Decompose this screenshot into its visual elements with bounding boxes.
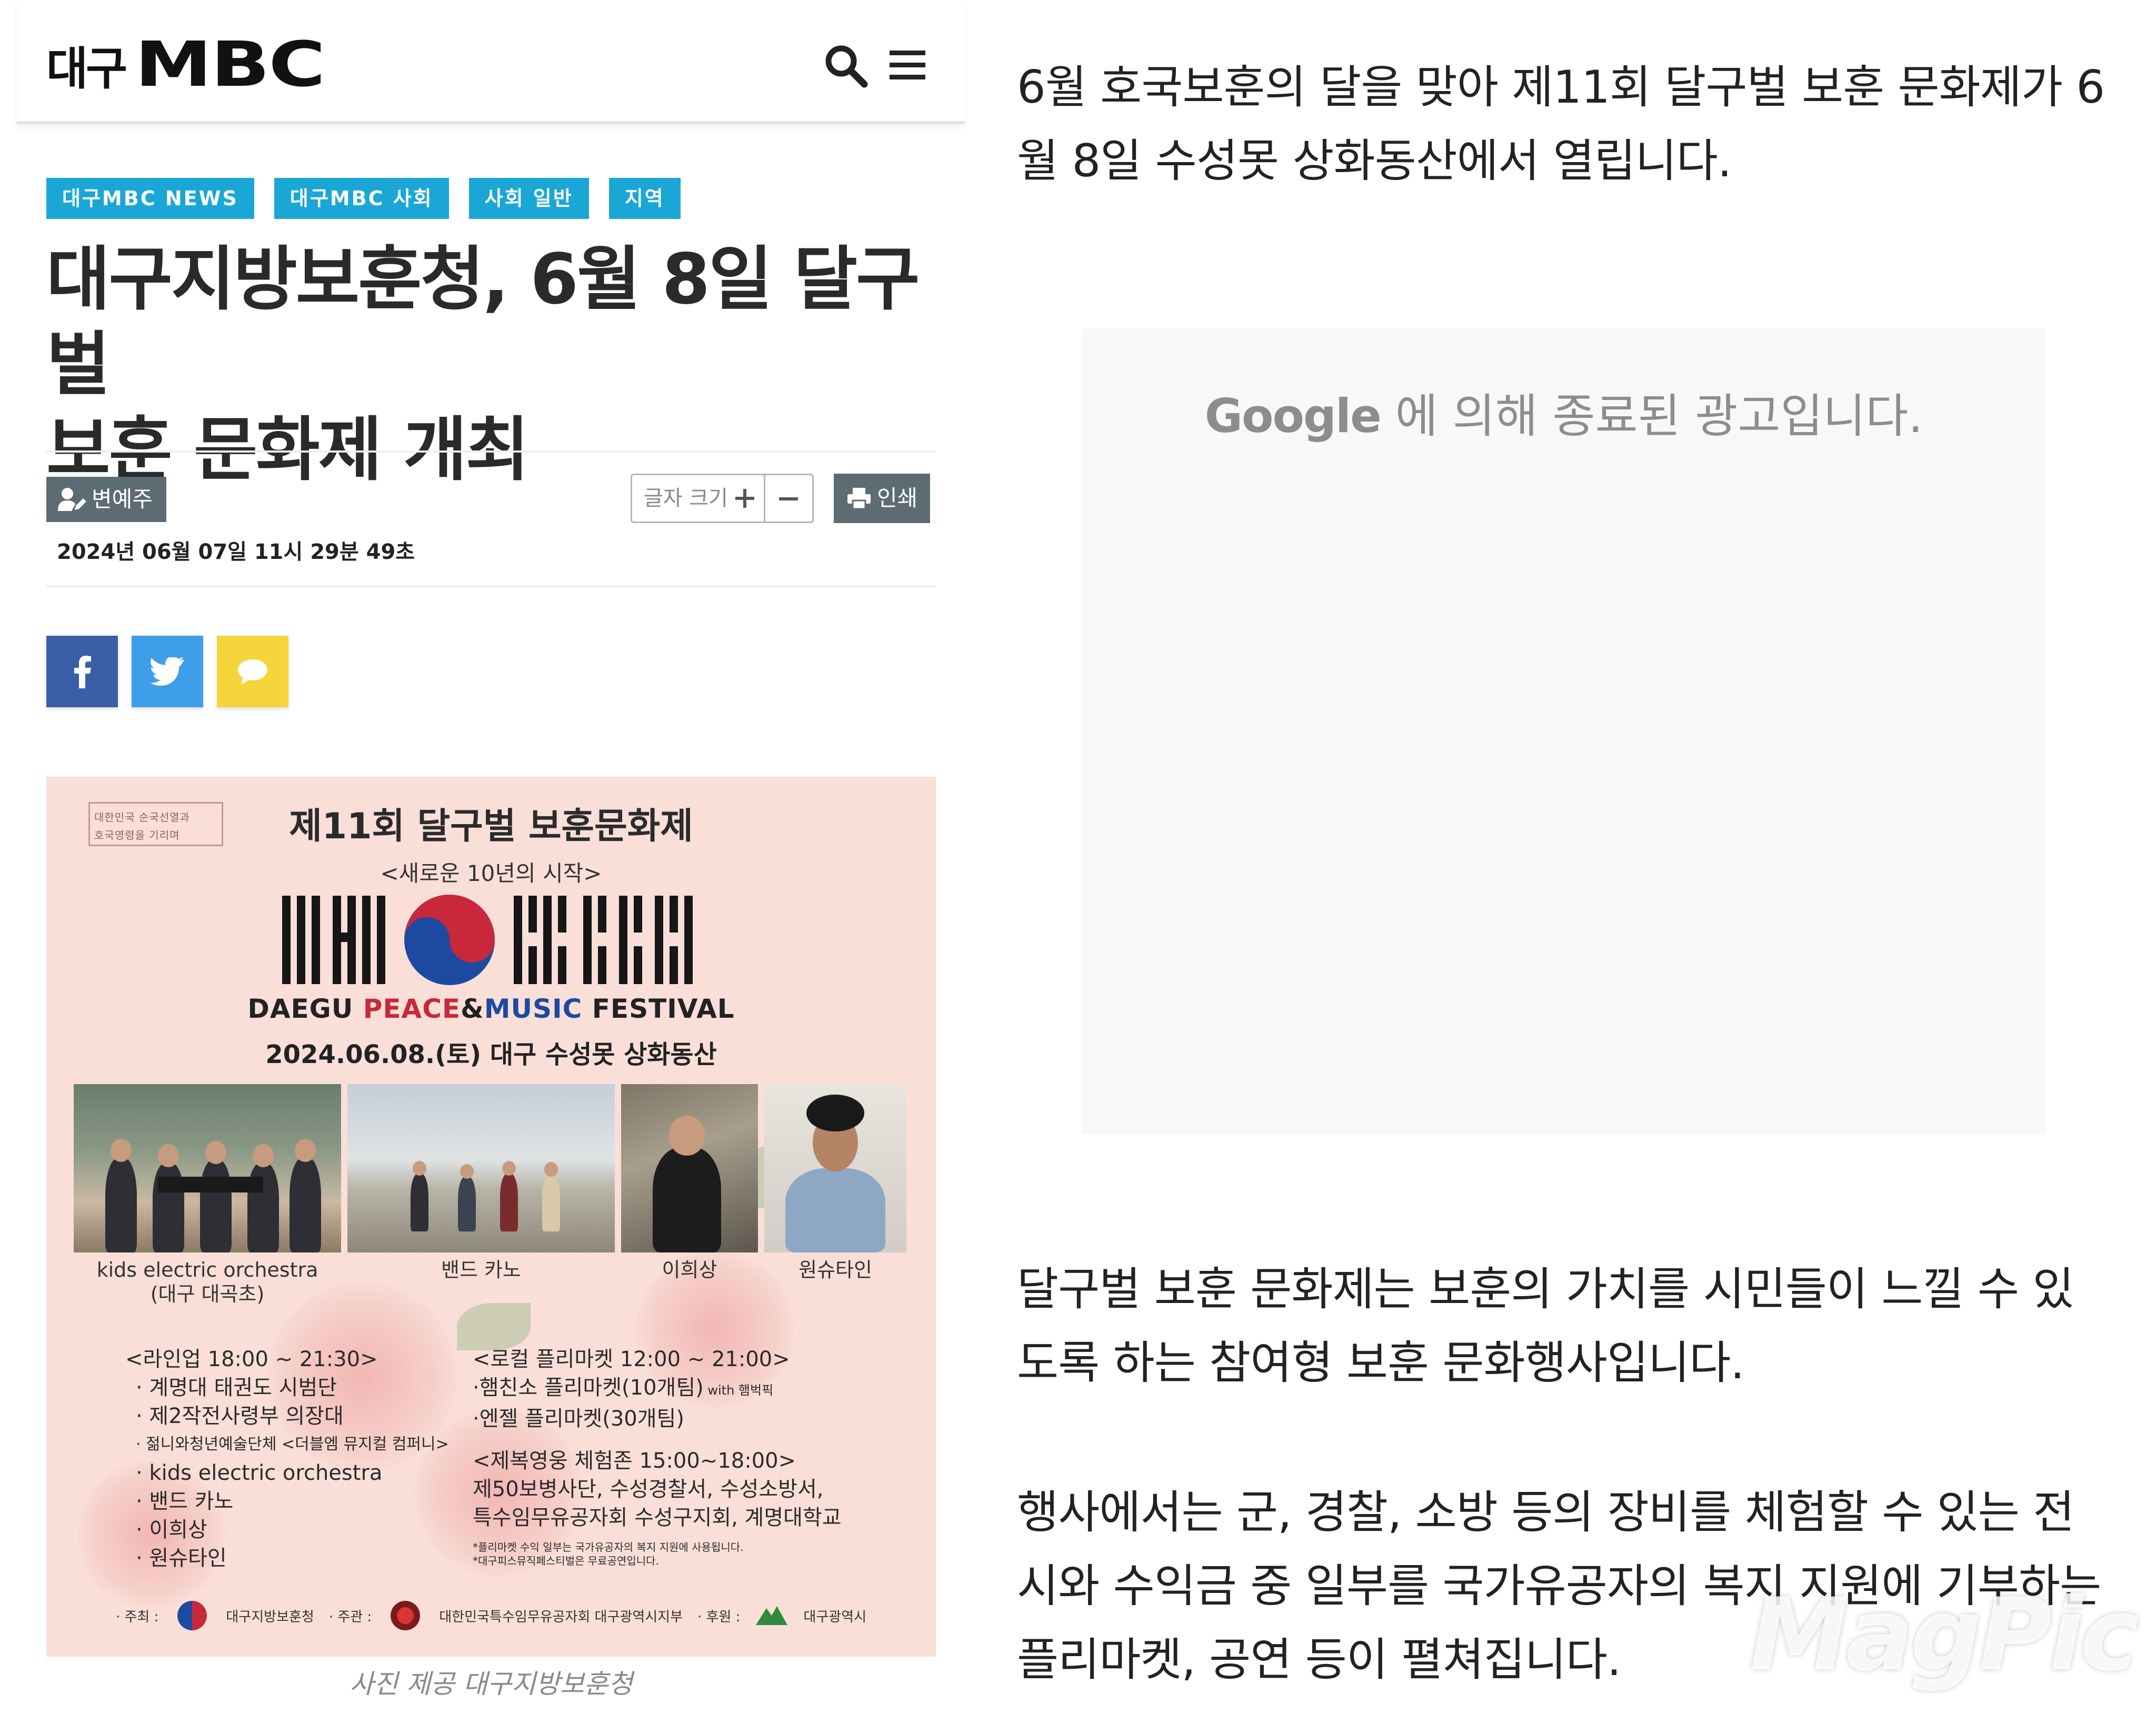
experience-line: 특수임무유공자회 수성구지회, 계명대학교 bbox=[473, 1506, 842, 1530]
twitter-icon bbox=[151, 657, 184, 686]
lineup-item: · 원슈타인 bbox=[136, 1546, 227, 1570]
market-item: ·햄친소 플리마켓(10개팀) with 햄벅픽 bbox=[473, 1374, 915, 1405]
festival-name-part-1: DAEGU bbox=[247, 994, 363, 1024]
lineup-heading: <라인업 18:00 ~ 21:30> bbox=[125, 1347, 378, 1371]
hamburger-menu-icon[interactable] bbox=[886, 44, 929, 86]
font-size-control: 글자 크기 bbox=[631, 474, 814, 523]
poster-title: 제11회 달구벌 보훈문화제 bbox=[289, 806, 693, 847]
festival-name-amp: & bbox=[461, 994, 484, 1024]
plus-icon bbox=[735, 489, 754, 508]
kakaotalk-share-button[interactable] bbox=[217, 636, 288, 707]
performer-photo-lee-heesang bbox=[621, 1084, 758, 1252]
daegu-city-logo-icon bbox=[756, 1606, 788, 1625]
performer-photo-wonstein bbox=[764, 1084, 906, 1252]
footer-sponsor-label: · 후원 : bbox=[697, 1609, 741, 1625]
caption-line: (대구 대곡초) bbox=[150, 1282, 265, 1306]
facebook-share-button[interactable] bbox=[46, 636, 118, 707]
user-edit-icon bbox=[58, 488, 86, 511]
article-meta-bar: 변예주 2024년 06월 07일 11시 29분 49초 글자 크기 인쇄 bbox=[46, 450, 936, 587]
festival-name-peace: PEACE bbox=[363, 994, 461, 1024]
font-size-label: 글자 크기 bbox=[644, 486, 728, 510]
footer-host: 대구지방보훈청 bbox=[226, 1609, 314, 1625]
twitter-share-button[interactable] bbox=[132, 636, 203, 707]
photo-credit-caption: 사진 제공 대구지방보훈청 bbox=[350, 1669, 633, 1699]
author-button[interactable]: 변예주 bbox=[46, 477, 166, 522]
poster-festival-name: DAEGU PEACE&MUSIC FESTIVAL bbox=[46, 994, 936, 1024]
lineup-item: · 밴드 카노 bbox=[136, 1489, 234, 1513]
article-body-panel: 6월 호국보훈의 달을 맞아 제11회 달구벌 보훈 문화제가 6월 8일 수성… bbox=[1017, 0, 2156, 1724]
poster-lineup: <라인업 18:00 ~ 21:30> · 계명대 태권도 시범단 · 제2작전… bbox=[125, 1345, 473, 1572]
ad-closed-message: Google 에 의해 종료된 광고입니다. bbox=[1082, 379, 2045, 446]
footer-org-label: · 주관 : bbox=[328, 1609, 372, 1625]
photo-caption-lee-heesang: 이희상 bbox=[662, 1258, 717, 1281]
lineup-item: · 제2작전사령부 의장대 bbox=[136, 1404, 344, 1428]
chat-bubble-icon bbox=[238, 659, 267, 685]
article-panel: 대구 MBC 대구MBC NEWS 대구MBC 사회 사회 일반 지역 대구지방… bbox=[17, 0, 964, 1724]
printer-icon bbox=[847, 488, 871, 510]
font-size-decrease-button[interactable] bbox=[765, 474, 814, 523]
tag-region[interactable]: 지역 bbox=[608, 178, 681, 219]
facebook-icon bbox=[74, 656, 91, 688]
ad-closed-text: 에 의해 종료된 광고입니다. bbox=[1395, 389, 1923, 443]
poster-subtitle: <새로운 10년의 시작> bbox=[380, 860, 602, 886]
tag-society-general[interactable]: 사회 일반 bbox=[468, 178, 589, 219]
site-logo[interactable]: 대구 MBC bbox=[46, 28, 326, 101]
ad-placeholder: Google 에 의해 종료된 광고입니다. bbox=[1082, 328, 2045, 1135]
photo-caption-band-kano: 밴드 카노 bbox=[441, 1258, 521, 1281]
photo-caption-orchestra: kids electric orchestra (대구 대곡초) bbox=[74, 1258, 341, 1306]
poster-note: *대구피스뮤직페스티벌은 무료공연입니다. bbox=[473, 1555, 659, 1567]
experience-heading: <제복영웅 체험존 15:00~18:00> bbox=[473, 1449, 796, 1473]
veterans-emblem-icon bbox=[177, 1601, 207, 1630]
experience-line: 제50보병사단, 수성경찰서, 수성소방서, bbox=[473, 1477, 824, 1501]
google-logo-text: Google bbox=[1204, 389, 1382, 443]
logo-region-text: 대구 bbox=[46, 42, 127, 95]
magpic-watermark: MagPic bbox=[1750, 1577, 2139, 1693]
share-buttons bbox=[46, 636, 288, 707]
footer-sponsor: 대구광역시 bbox=[803, 1609, 867, 1625]
lineup-item: · 젊니와청년예술단체 <더블엠 뮤지컬 컴퍼니> bbox=[136, 1435, 449, 1454]
caption-line: kids electric orchestra bbox=[96, 1258, 318, 1281]
festival-poster-image: 대한민국 순국선열과 호국영령을 기리며 제11회 달구벌 보훈문화제 <새로운… bbox=[46, 777, 936, 1657]
site-header: 대구 MBC bbox=[17, 0, 964, 124]
association-emblem-icon bbox=[391, 1601, 421, 1630]
article-paragraph-1: 6월 호국보훈의 달을 맞아 제11회 달구벌 보훈 문화제가 6월 8일 수성… bbox=[1017, 61, 2105, 187]
festival-name-part-2: FESTIVAL bbox=[582, 994, 735, 1024]
lineup-item: · 이희상 bbox=[136, 1518, 207, 1542]
author-name: 변예주 bbox=[92, 486, 153, 512]
font-size-increase-button[interactable]: 글자 크기 bbox=[631, 474, 765, 523]
tag-daegumbc-society[interactable]: 대구MBC 사회 bbox=[274, 178, 449, 219]
logo-brand-text: MBC bbox=[135, 28, 325, 101]
poster-leaf-decoration bbox=[457, 1303, 531, 1350]
market-heading: <로컬 플리마켓 12:00 ~ 21:00> bbox=[473, 1347, 790, 1371]
footer-org: 대한민국특수임무유공자회 대구광역시지부 bbox=[439, 1609, 683, 1625]
print-button[interactable]: 인쇄 bbox=[834, 474, 931, 523]
photo-caption-wonstein: 원슈타인 bbox=[798, 1258, 872, 1281]
market-item-with: with 햄벅픽 bbox=[703, 1383, 774, 1398]
headline-line-1: 대구지방보훈청, 6월 8일 달구벌 bbox=[46, 239, 920, 405]
performer-photo-orchestra bbox=[74, 1084, 341, 1252]
footer-host-label: · 주최 : bbox=[115, 1609, 159, 1625]
market-item-text: ·햄친소 플리마켓(10개팀) bbox=[473, 1376, 704, 1400]
poster-note: *플리마켓 수익 일부는 국가유공자의 복지 지원에 사용됩니다. bbox=[473, 1541, 744, 1553]
festival-logo-graphic bbox=[282, 895, 693, 985]
article-paragraph-2: 달구벌 보훈 문화제는 보훈의 가치를 시민들이 느낄 수 있도록 하는 참여형… bbox=[1017, 1263, 2074, 1389]
lineup-item: · kids electric orchestra bbox=[136, 1461, 383, 1485]
poster-market-info: <로컬 플리마켓 12:00 ~ 21:00> ·햄친소 플리마켓(10개팀) … bbox=[473, 1345, 915, 1568]
category-tags: 대구MBC NEWS 대구MBC 사회 사회 일반 지역 bbox=[46, 178, 681, 219]
print-label: 인쇄 bbox=[877, 485, 918, 511]
tag-daegumbc-news[interactable]: 대구MBC NEWS bbox=[46, 178, 254, 219]
search-icon[interactable] bbox=[822, 42, 870, 89]
market-item: ·엔젤 플리마켓(30개팀) bbox=[473, 1407, 684, 1431]
performer-photo-band-kano bbox=[347, 1084, 615, 1252]
festival-name-music: MUSIC bbox=[484, 994, 583, 1024]
publish-date: 2024년 06월 07일 11시 29분 49초 bbox=[57, 540, 415, 564]
lineup-item: · 계명대 태권도 시범단 bbox=[136, 1376, 337, 1400]
poster-date-place: 2024.06.08.(토) 대구 수성못 상화동산 bbox=[265, 1040, 717, 1069]
poster-footer: · 주최 : 대구지방보훈청 · 주관 : 대한민국특수임무유공자회 대구광역시… bbox=[46, 1601, 936, 1630]
